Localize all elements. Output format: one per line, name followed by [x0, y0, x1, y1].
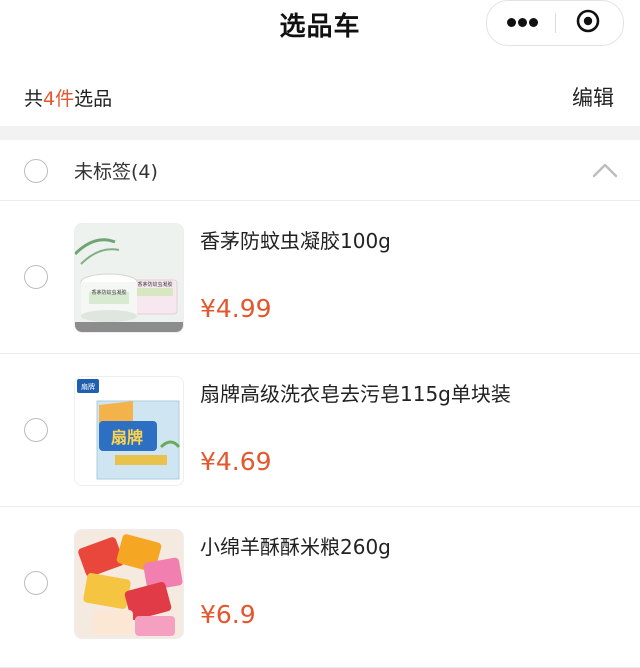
- product-image[interactable]: 扇牌 扇牌: [74, 376, 184, 486]
- list-item[interactable]: 扇牌 扇牌 扇牌高级洗衣皂去污皂115g单块装 ¥4.69: [0, 354, 640, 507]
- count-prefix: 共: [24, 88, 44, 110]
- mosquito-gel-icon: 香茅防蚊虫凝胶 香茅防蚊虫凝胶: [75, 224, 183, 332]
- item-select-radio[interactable]: [24, 418, 48, 442]
- item-select-radio[interactable]: [24, 571, 48, 595]
- edit-button[interactable]: 编辑: [572, 82, 614, 112]
- product-image[interactable]: [74, 529, 184, 639]
- item-title[interactable]: 小绵羊酥酥米粮260g: [200, 531, 391, 560]
- item-price: ¥6.9: [200, 600, 256, 629]
- item-price: ¥4.69: [200, 447, 272, 476]
- list-item[interactable]: 小绵羊酥酥米粮260g ¥6.9: [0, 507, 640, 668]
- product-image[interactable]: 香茅防蚊虫凝胶 香茅防蚊虫凝胶: [74, 223, 184, 333]
- brand-text: 扇牌: [111, 428, 143, 447]
- item-title[interactable]: 扇牌高级洗衣皂去污皂115g单块装: [200, 378, 511, 407]
- item-select-radio[interactable]: [24, 265, 48, 289]
- count-suffix: 选品: [74, 88, 113, 110]
- box-label-text: 香茅防蚊虫凝胶: [137, 281, 172, 288]
- mini-program-capsule: [486, 0, 624, 46]
- section-gap: [0, 126, 640, 140]
- selection-summary: 共4件选品 编辑: [0, 56, 640, 126]
- chevron-up-icon[interactable]: [592, 162, 618, 178]
- target-circle-icon: [576, 9, 600, 33]
- group-header[interactable]: 未标签(4): [0, 140, 640, 201]
- list-item[interactable]: 香茅防蚊虫凝胶 香茅防蚊虫凝胶 香茅防蚊虫凝胶100g ¥4.99: [0, 201, 640, 354]
- rice-snack-icon: [75, 530, 183, 638]
- close-miniprogram-button[interactable]: [556, 1, 623, 45]
- more-dots-icon: [507, 18, 538, 28]
- logo-text: 扇牌: [81, 382, 95, 391]
- item-title[interactable]: 香茅防蚊虫凝胶100g: [200, 225, 391, 254]
- group-label: 未标签(4): [74, 161, 158, 183]
- jar-label-text: 香茅防蚊虫凝胶: [91, 289, 126, 296]
- title-bar: 选品车: [0, 0, 640, 56]
- laundry-soap-icon: 扇牌 扇牌: [75, 377, 183, 485]
- selection-count: 共4件选品: [24, 84, 112, 111]
- more-button[interactable]: [487, 1, 555, 45]
- item-price: ¥4.99: [200, 294, 272, 323]
- count-number: 4件: [43, 88, 75, 110]
- group-select-radio[interactable]: [24, 159, 48, 183]
